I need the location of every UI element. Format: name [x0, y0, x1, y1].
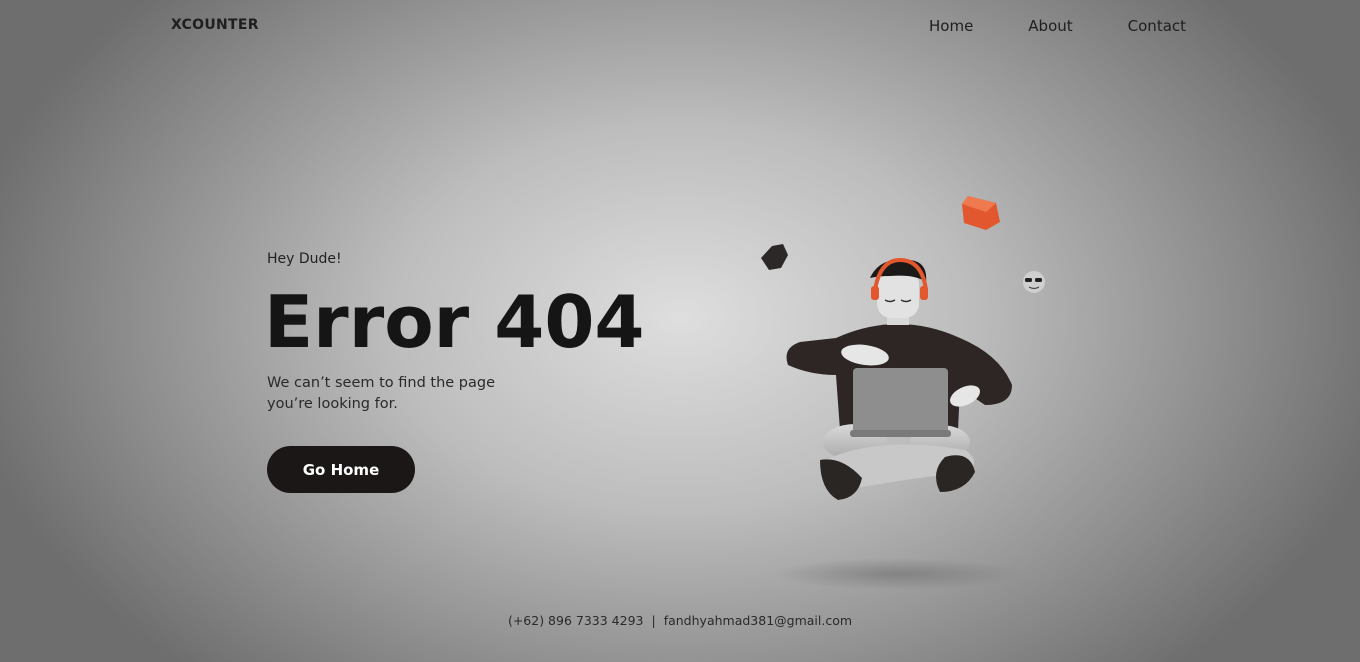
footer-phone[interactable]: (+62) 896 7333 4293 — [508, 613, 644, 628]
nav-home-link[interactable]: Home — [929, 17, 973, 35]
go-home-button[interactable]: Go Home — [267, 446, 415, 493]
description-line-2: you’re looking for. — [267, 396, 398, 412]
main-nav: Home About Contact — [929, 17, 1186, 35]
dark-hexagon-shape — [761, 244, 788, 270]
error-title: Error 404 — [264, 280, 645, 364]
floating-character-illustration — [761, 196, 1045, 590]
brand-logo[interactable]: XCOUNTER — [171, 17, 259, 33]
nav-contact-link[interactable]: Contact — [1128, 17, 1186, 35]
sunglasses-emoji-shape — [1023, 271, 1045, 293]
error-description: We can’t seem to find the page you’re lo… — [267, 373, 547, 415]
orange-cube-shape — [962, 196, 1000, 230]
description-line-1: We can’t seem to find the page — [267, 375, 496, 391]
footer-contact: (+62) 896 7333 4293 | fandhyahmad381@gmail… — [0, 613, 1360, 628]
footer-separator: | — [651, 613, 656, 628]
greeting-text: Hey Dude! — [267, 251, 342, 267]
footer-email[interactable]: fandhyahmad381@gmail.com — [664, 613, 852, 628]
nav-about-link[interactable]: About — [1028, 17, 1072, 35]
